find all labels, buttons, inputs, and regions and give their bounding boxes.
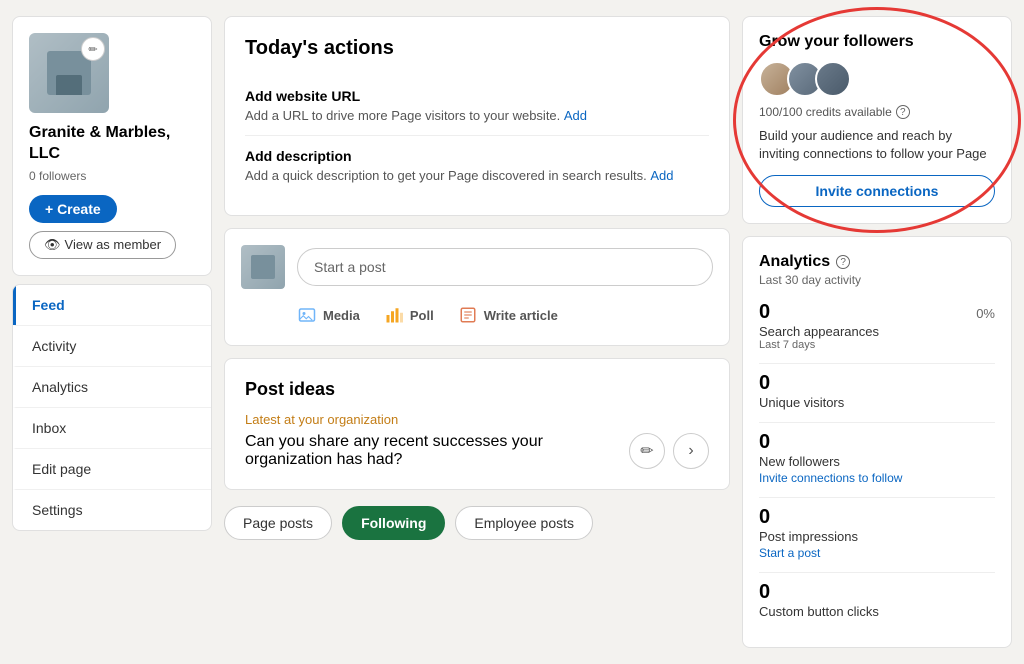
action-item-description: Add description Add a quick description … xyxy=(245,136,709,195)
action-description-desc: Add a quick description to get your Page… xyxy=(245,168,709,183)
post-write-article-button[interactable]: Write article xyxy=(458,301,558,329)
connection-avatar-3 xyxy=(815,61,851,97)
new-followers-label: New followers xyxy=(759,454,995,469)
tab-employee-posts[interactable]: Employee posts xyxy=(455,506,593,540)
grow-credits: 100/100 credits available ? xyxy=(759,105,995,119)
company-name: Granite & Marbles, LLC xyxy=(29,123,195,165)
post-avatar-graphic xyxy=(251,255,275,279)
analytics-header: Analytics ? xyxy=(759,253,995,271)
sidebar-item-feed[interactable]: Feed xyxy=(13,285,211,325)
profile-card: ✏ Granite & Marbles, LLC 0 followers + C… xyxy=(12,16,212,276)
post-ideas-title: Post ideas xyxy=(245,379,709,400)
poll-label: Poll xyxy=(410,308,434,323)
view-as-member-button[interactable]: 👁 View as member xyxy=(29,231,176,259)
custom-button-clicks-num: 0 xyxy=(759,581,770,604)
right-panel: Grow your followers 100/100 credits avai… xyxy=(742,16,1012,648)
analytics-row-visitors: 0 Unique visitors xyxy=(759,372,995,410)
invite-connections-link[interactable]: Invite connections to follow xyxy=(759,471,902,485)
new-followers-num: 0 xyxy=(759,431,770,454)
search-appearances-pct: 0% xyxy=(976,306,995,321)
action-website-title: Add website URL xyxy=(245,88,709,104)
sidebar-item-edit-page[interactable]: Edit page xyxy=(13,448,211,489)
search-appearances-num: 0 xyxy=(759,301,770,324)
sidebar-item-inbox[interactable]: Inbox xyxy=(13,407,211,448)
post-poll-button[interactable]: Poll xyxy=(384,301,434,329)
image-icon xyxy=(297,305,317,325)
grow-followers-title: Grow your followers xyxy=(759,33,995,51)
action-description-title: Add description xyxy=(245,148,709,164)
create-button[interactable]: + Create xyxy=(29,195,117,223)
start-a-post-link[interactable]: Start a post xyxy=(759,546,820,560)
post-ideas-card: Post ideas Latest at your organization C… xyxy=(224,358,730,490)
start-post-input[interactable]: Start a post xyxy=(297,248,713,286)
action-item-website: Add website URL Add a URL to drive more … xyxy=(245,76,709,136)
post-idea-text: Can you share any recent successes your … xyxy=(245,433,629,469)
analytics-row-impressions: 0 Post impressions Start a post xyxy=(759,506,995,560)
view-member-label: View as member xyxy=(65,237,162,252)
sidebar-item-settings[interactable]: Settings xyxy=(13,489,211,530)
edit-logo-button[interactable]: ✏ xyxy=(81,37,105,61)
post-media-button[interactable]: Media xyxy=(297,301,360,329)
todays-actions-card: Today's actions Add website URL Add a UR… xyxy=(224,16,730,216)
tab-page-posts[interactable]: Page posts xyxy=(224,506,332,540)
analytics-title: Analytics xyxy=(759,253,830,271)
custom-button-clicks-label: Custom button clicks xyxy=(759,604,995,619)
sidebar: ✏ Granite & Marbles, LLC 0 followers + C… xyxy=(12,16,212,648)
post-avatar xyxy=(241,245,285,289)
action-website-add-link[interactable]: Add xyxy=(564,108,587,123)
search-appearances-sublabel: Last 7 days xyxy=(759,339,995,351)
invite-connections-button[interactable]: Invite connections xyxy=(759,175,995,207)
post-idea-next-button[interactable]: › xyxy=(673,433,709,469)
article-icon xyxy=(458,305,478,325)
company-logo-wrap: ✏ xyxy=(29,33,109,113)
post-impressions-label: Post impressions xyxy=(759,529,995,544)
sidebar-item-analytics[interactable]: Analytics xyxy=(13,366,211,407)
todays-actions-title: Today's actions xyxy=(245,37,709,60)
analytics-row-custom-clicks: 0 Custom button clicks xyxy=(759,581,995,619)
post-input-row: Start a post xyxy=(241,245,713,289)
analytics-card: Analytics ? Last 30 day activity 0 0% Se… xyxy=(742,236,1012,648)
poll-icon xyxy=(384,305,404,325)
unique-visitors-num: 0 xyxy=(759,372,770,395)
grow-followers-card: Grow your followers 100/100 credits avai… xyxy=(742,16,1012,224)
grow-desc: Build your audience and reach by invitin… xyxy=(759,127,995,163)
analytics-row-followers: 0 New followers Invite connections to fo… xyxy=(759,431,995,485)
main-content: Today's actions Add website URL Add a UR… xyxy=(224,16,730,648)
followers-count: 0 followers xyxy=(29,169,86,183)
grow-avatars xyxy=(759,61,995,97)
action-description-add-link[interactable]: Add xyxy=(650,168,673,183)
analytics-subtitle: Last 30 day activity xyxy=(759,273,995,287)
analytics-help-icon[interactable]: ? xyxy=(836,255,850,269)
post-card: Start a post Media Poll xyxy=(224,228,730,346)
chevron-right-icon: › xyxy=(688,442,693,460)
action-website-desc: Add a URL to drive more Page visitors to… xyxy=(245,108,709,123)
post-idea-edit-button[interactable]: ✏ xyxy=(629,433,665,469)
feed-tabs: Page posts Following Employee posts xyxy=(224,502,730,544)
eye-icon: 👁 xyxy=(44,237,61,253)
search-appearances-label: Search appearances xyxy=(759,324,995,339)
sidebar-item-activity[interactable]: Activity xyxy=(13,325,211,366)
analytics-row-search: 0 0% Search appearances Last 7 days xyxy=(759,301,995,351)
write-article-label: Write article xyxy=(484,308,558,323)
post-actions-row: Media Poll Write article xyxy=(241,301,713,329)
post-idea-row: Can you share any recent successes your … xyxy=(245,433,709,469)
nav-menu: Feed Activity Analytics Inbox Edit page … xyxy=(12,284,212,531)
tab-following[interactable]: Following xyxy=(342,506,445,540)
post-idea-label: Latest at your organization xyxy=(245,412,709,427)
credits-help-icon[interactable]: ? xyxy=(896,105,910,119)
edit-idea-icon: ✏ xyxy=(640,441,653,461)
media-label: Media xyxy=(323,308,360,323)
post-idea-actions: ✏ › xyxy=(629,433,709,469)
unique-visitors-label: Unique visitors xyxy=(759,395,995,410)
post-impressions-num: 0 xyxy=(759,506,770,529)
